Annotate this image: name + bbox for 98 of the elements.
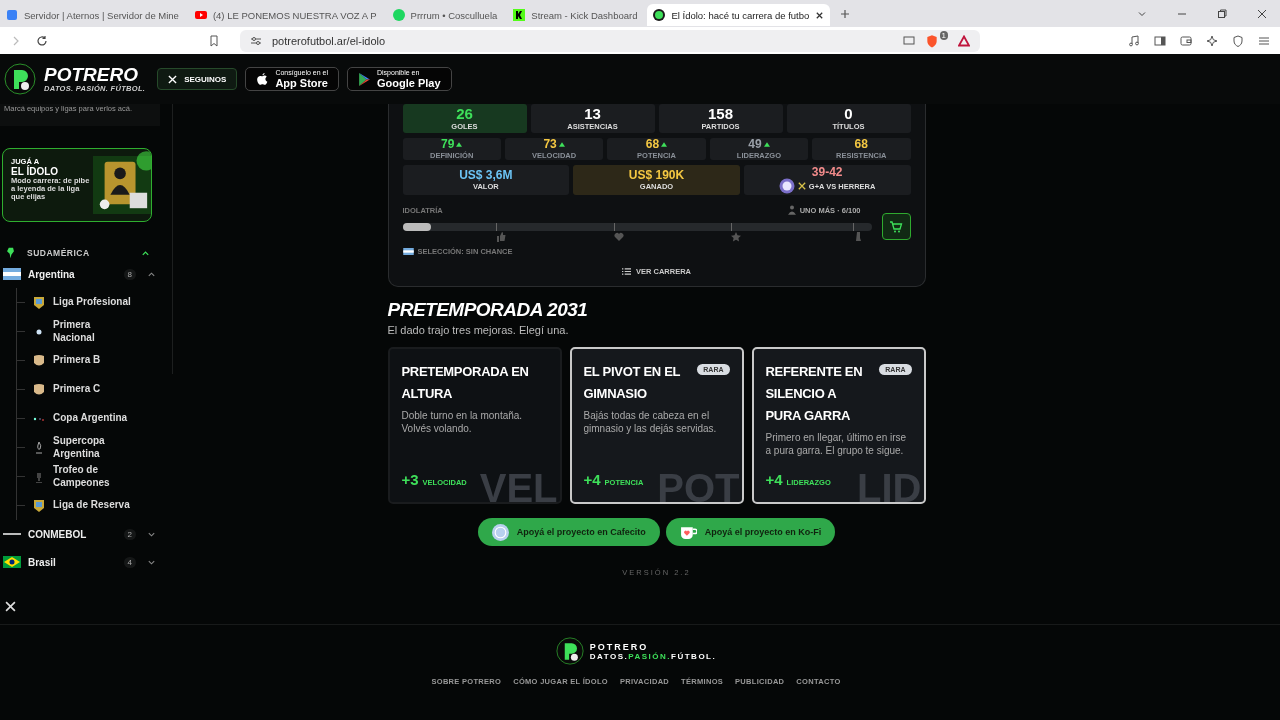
cart-icon — [889, 220, 903, 233]
browser-tab[interactable]: Stream - Kick Dashboard — [507, 4, 644, 26]
continent-icon — [6, 247, 15, 259]
triangle-icon[interactable] — [958, 34, 970, 47]
browser-tab[interactable]: El Ídolo: hacé tu carrera de futbo — [647, 4, 831, 26]
flag-icon — [3, 268, 21, 280]
swords-icon — [797, 182, 806, 190]
person-icon — [787, 205, 796, 215]
browser-tab[interactable]: (4) LE PONEMOS NUESTRA VOZ A P — [188, 4, 383, 26]
new-tab-icon[interactable] — [840, 8, 851, 19]
badge-icon — [33, 382, 45, 397]
count-badge: 2 — [123, 528, 136, 540]
footer-tagline: DATOS.PASIÓN.FÚTBOL. — [589, 651, 717, 661]
chevron-icon[interactable] — [141, 248, 150, 258]
thumbs-up-icon — [496, 232, 507, 242]
browser-tab[interactable]: Prrrum • Cosculluela — [386, 4, 504, 26]
sparkle-icon[interactable] — [1206, 34, 1218, 47]
flag-icon — [402, 248, 414, 255]
x-logo-icon — [168, 74, 178, 84]
star-icon — [730, 232, 741, 242]
attribute-value: 68 — [854, 138, 868, 150]
league-item[interactable]: Supercopa Argentina — [53, 435, 133, 460]
section-subtitle: El dado trajo tres mejoras. Elegí una. — [387, 324, 570, 336]
count-badge: 8 — [123, 268, 136, 280]
apple-icon — [256, 71, 270, 87]
up-arrow-icon — [558, 141, 565, 147]
bookmark-icon[interactable] — [208, 34, 220, 47]
stream-icon — [513, 9, 526, 21]
rival-score: 39-42 — [811, 166, 843, 178]
footer-brand: POTRERO — [589, 641, 650, 652]
logo-icon[interactable] — [555, 637, 584, 665]
league-item[interactable]: Copa Argentina — [53, 412, 133, 425]
browser-tab[interactable]: Servidor | Aternos | Servidor de Mine — [0, 4, 185, 26]
gain-value: +3 — [401, 471, 419, 488]
logo-icon[interactable] — [4, 63, 36, 95]
stat-value: 26 — [456, 106, 473, 121]
card-title: REFERENTE EN SILENCIO A PURA GARRA — [765, 363, 864, 425]
site-settings-icon[interactable] — [250, 34, 262, 47]
attribute-value: 79 — [441, 138, 455, 150]
support-button[interactable]: Apoyá el proyecto en Ko-Fi — [665, 518, 836, 546]
play-icon — [194, 9, 207, 21]
shield-count: 1 — [939, 30, 948, 40]
promo-title: EL ÍDOLO — [11, 166, 60, 177]
attribute-value: 68 — [645, 138, 660, 150]
badge-icon — [33, 353, 45, 368]
country-item[interactable]: Argentina — [28, 268, 117, 280]
support-button[interactable]: Apoyá el proyecto en Cafecito — [477, 518, 660, 546]
heart-icon — [613, 232, 624, 242]
count-badge: 4 — [123, 556, 136, 568]
close-icon[interactable] — [1257, 8, 1267, 19]
stat-value: 13 — [584, 106, 601, 121]
close-icon[interactable] — [815, 10, 825, 20]
attribute-value: 49 — [748, 138, 762, 150]
league-item[interactable]: Primera Nacional — [53, 319, 133, 344]
card-title: PRETEMPORADA EN ALTURA — [401, 363, 530, 403]
chevron-icon[interactable] — [147, 269, 156, 279]
shield-icon — [33, 295, 45, 310]
money-value: US$ 190K — [628, 169, 685, 181]
league-item[interactable]: Primera C — [53, 383, 133, 396]
league-item[interactable]: Primera B — [53, 354, 133, 367]
country-item[interactable]: CONMEBOL — [28, 528, 117, 540]
attribute-value: 73 — [543, 138, 557, 150]
logo-icon — [653, 9, 666, 21]
gain-value: +4 — [583, 471, 601, 488]
cast-icon[interactable] — [902, 34, 915, 47]
league-item[interactable]: Liga de Reserva — [53, 499, 133, 512]
card-text: Bajás todas de cabeza en el gimnasio y las dejás servidas. — [583, 409, 718, 436]
up-arrow-icon — [661, 141, 668, 147]
brand-name: POTRERO — [44, 65, 138, 84]
gain-value: +4 — [765, 471, 783, 488]
shield-icon[interactable] — [1232, 34, 1244, 47]
crest-icon — [778, 178, 795, 194]
card-text: Primero en llegar, último en irse a pura garra. El grupo te sigue. — [765, 431, 908, 458]
reload-icon[interactable] — [36, 34, 48, 47]
league-item[interactable]: Liga Profesional — [53, 296, 133, 309]
shield-icon — [33, 498, 45, 513]
flag-icon — [3, 556, 21, 568]
wallet-icon[interactable] — [1180, 34, 1192, 47]
cart-button[interactable] — [881, 213, 911, 240]
card-title: EL PIVOT EN EL GIMNASIO — [583, 363, 681, 403]
stat-value: 158 — [708, 106, 733, 121]
section-title: PRETEMPORADA 2031 — [387, 299, 589, 321]
list-icon — [622, 267, 631, 276]
money-value: US$ 3,6M — [459, 169, 513, 181]
stat-value: 0 — [844, 106, 853, 121]
follow-button[interactable]: SEGUINOS — [157, 68, 238, 90]
sidebar-icon[interactable] — [1154, 34, 1166, 47]
up-arrow-icon — [456, 141, 463, 147]
up-arrow-icon — [763, 141, 770, 147]
country-item[interactable]: Brasil — [28, 556, 117, 568]
shield-icon[interactable] — [924, 33, 939, 48]
league-item[interactable]: Trofeo de Campeones — [53, 464, 133, 489]
address-bar[interactable]: potrerofutbol.ar/el-idolo 1 — [240, 29, 980, 52]
region-heading[interactable]: SUDAMÉRICA — [23, 248, 133, 258]
play-store-icon — [358, 71, 371, 87]
close-icon — [4, 600, 16, 612]
restore-icon[interactable] — [1217, 8, 1227, 19]
card-text: Doble turno en la montaña. Volvés volando. — [401, 409, 524, 436]
